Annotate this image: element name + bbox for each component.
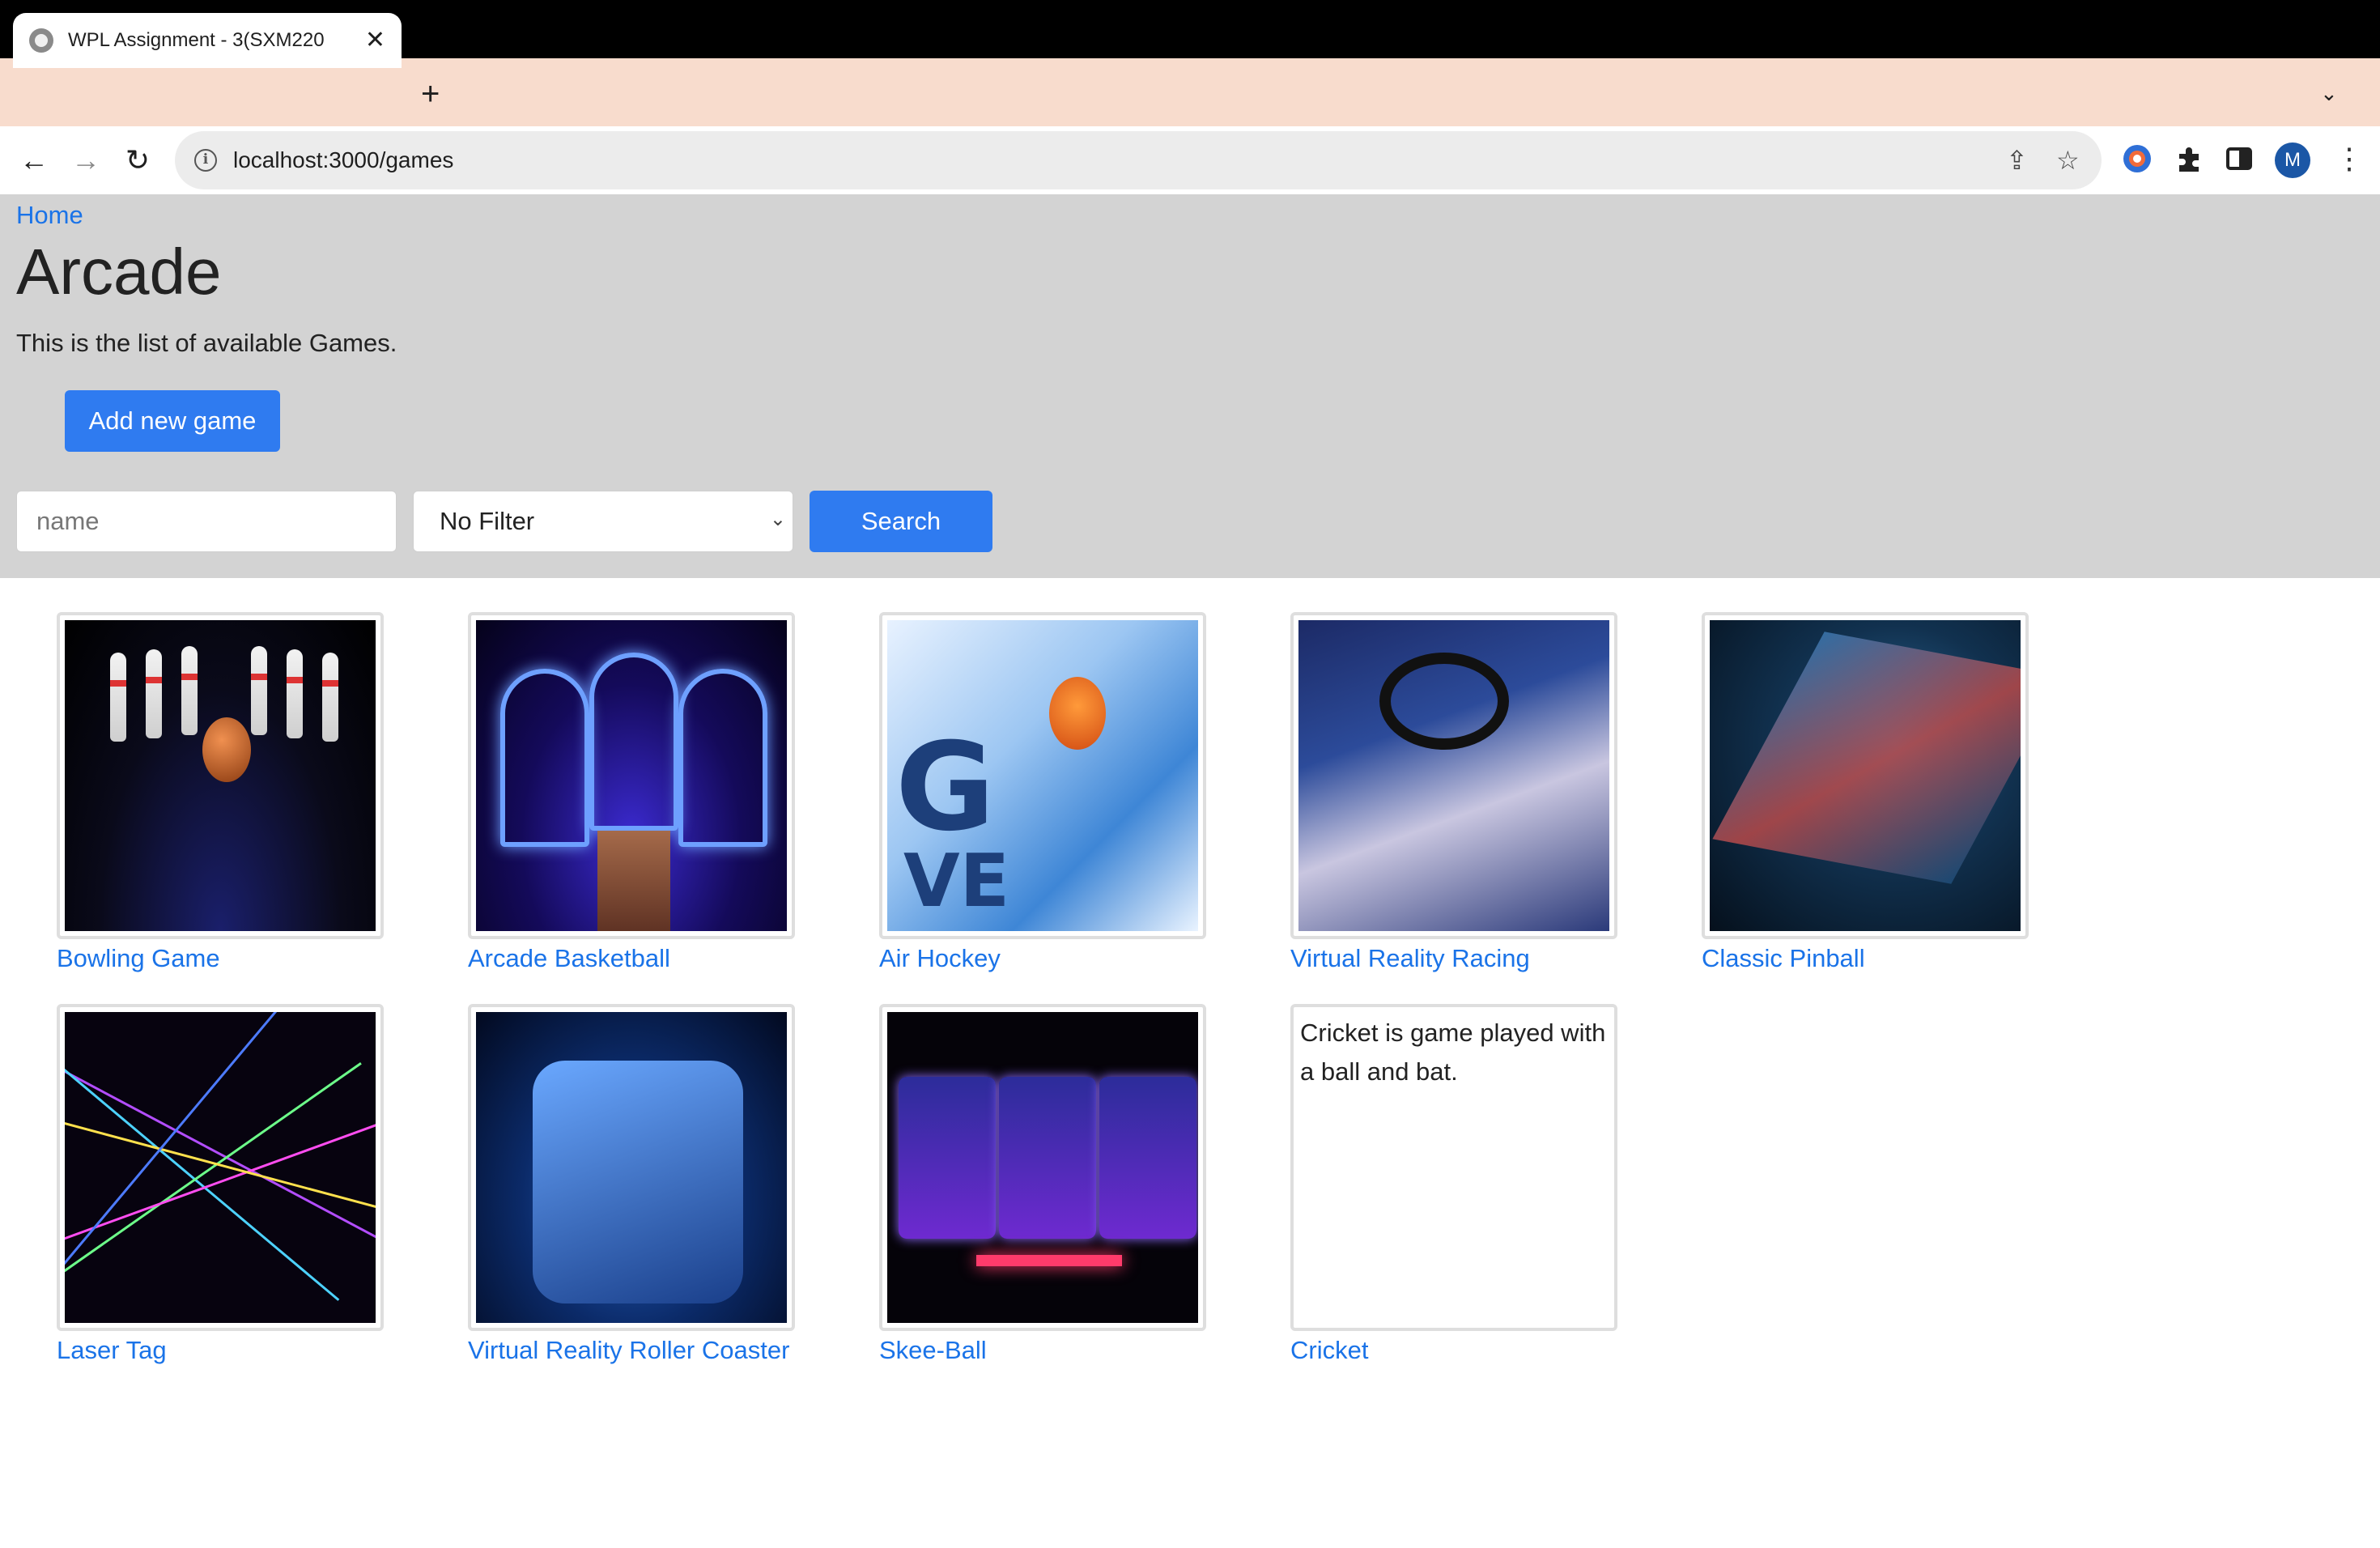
back-icon[interactable]: ←: [16, 142, 52, 178]
tab-strip: [0, 58, 2380, 126]
more-menu-icon[interactable]: ⋮: [2335, 142, 2364, 175]
lane-shape: [597, 831, 670, 931]
game-link[interactable]: Virtual Reality Roller Coaster: [468, 1336, 808, 1365]
bowling-image: [65, 620, 376, 931]
game-link[interactable]: Laser Tag: [57, 1336, 397, 1365]
profile-avatar[interactable]: M: [2275, 142, 2310, 178]
hoop-arch-shape: [500, 669, 589, 847]
game-card: G VE Air Hockey: [879, 612, 1219, 973]
reload-icon[interactable]: ↻: [120, 142, 155, 178]
skee-machine-shape: [999, 1077, 1096, 1239]
game-image-frame[interactable]: [468, 612, 795, 939]
search-button[interactable]: Search: [810, 491, 992, 552]
filter-selected-value: No Filter: [440, 507, 535, 535]
bowling-pin-shape: [287, 649, 303, 738]
side-panel-icon[interactable]: [2223, 142, 2255, 175]
chevron-down-icon: ⌄: [769, 508, 786, 530]
arcade-basketball-image: [476, 620, 787, 931]
pinball-image: [1710, 620, 2021, 931]
game-image-frame[interactable]: [1290, 612, 1617, 939]
broken-image-alt-text: Cricket is game played with a ball and b…: [1300, 1019, 1606, 1086]
game-card: Classic Pinball: [1702, 612, 2042, 973]
graphic-shape: VE: [903, 839, 1010, 924]
home-link[interactable]: Home: [16, 201, 83, 230]
address-url: localhost:3000/games: [233, 147, 454, 172]
game-link[interactable]: Arcade Basketball: [468, 944, 808, 973]
globe-icon: [29, 28, 53, 53]
hoop-arch-shape: [589, 653, 678, 831]
air-hockey-image: G VE: [887, 620, 1198, 931]
game-card: Arcade Basketball: [468, 612, 808, 973]
game-image-frame[interactable]: [468, 1004, 795, 1331]
bookmark-star-icon[interactable]: ☆: [2056, 146, 2080, 175]
game-link[interactable]: Bowling Game: [57, 944, 397, 973]
game-image-frame[interactable]: Cricket is game played with a ball and b…: [1290, 1004, 1617, 1331]
hoop-arch-shape: [678, 669, 767, 847]
pinball-table-shape: [1712, 632, 2021, 884]
game-link[interactable]: Cricket: [1290, 1336, 1630, 1365]
page-title: Arcade: [16, 236, 222, 308]
browser-tab[interactable]: WPL Assignment - 3(SXM220 ✕: [13, 13, 402, 68]
extension-shield-icon[interactable]: [2121, 142, 2153, 175]
vr-seat-shape: [533, 1061, 743, 1303]
filter-select[interactable]: No Filter ⌄: [413, 491, 793, 552]
site-info-icon[interactable]: i: [194, 149, 217, 172]
bowling-pin-shape: [146, 649, 162, 738]
game-image-frame[interactable]: [1702, 612, 2029, 939]
game-card: Cricket is game played with a ball and b…: [1290, 1004, 1630, 1365]
laser-tag-image: [65, 1012, 376, 1323]
new-tab-icon[interactable]: +: [421, 78, 440, 110]
steering-wheel-shape: [1379, 653, 1509, 750]
name-search-input[interactable]: [16, 491, 397, 552]
tab-title: WPL Assignment - 3(SXM220: [68, 29, 325, 51]
vr-racing-image: [1298, 620, 1609, 931]
game-card: Laser Tag: [57, 1004, 397, 1365]
game-link[interactable]: Skee-Ball: [879, 1336, 1219, 1365]
skee-ball-image: [887, 1012, 1198, 1323]
game-card: Bowling Game: [57, 612, 397, 973]
laser-beam-shape: [65, 1028, 340, 1301]
game-link[interactable]: Classic Pinball: [1702, 944, 2042, 973]
game-image-frame[interactable]: [879, 1004, 1206, 1331]
game-image-frame[interactable]: G VE: [879, 612, 1206, 939]
bowling-ball-shape: [202, 717, 251, 782]
close-tab-icon[interactable]: ✕: [365, 28, 385, 53]
add-new-game-button[interactable]: Add new game: [65, 390, 280, 452]
game-link[interactable]: Virtual Reality Racing: [1290, 944, 1630, 973]
bowling-pin-shape: [181, 646, 198, 735]
neon-lane-shape: [976, 1255, 1122, 1266]
game-card: Virtual Reality Roller Coaster: [468, 1004, 808, 1365]
graphic-shape: G: [895, 717, 996, 858]
bowling-pin-shape: [110, 653, 126, 742]
laser-beam-shape: [65, 1012, 288, 1322]
bowling-pin-shape: [322, 653, 338, 742]
game-card: Virtual Reality Racing: [1290, 612, 1630, 973]
share-icon[interactable]: ⇪: [2006, 146, 2028, 175]
page-description: This is the list of available Games.: [16, 329, 397, 357]
game-card: Skee-Ball: [879, 1004, 1219, 1365]
bowling-pin-shape: [251, 646, 267, 735]
puzzle-extensions-icon[interactable]: [2173, 142, 2205, 175]
vr-roller-coaster-image: [476, 1012, 787, 1323]
tab-search-chevron-icon[interactable]: ⌄: [2320, 81, 2338, 106]
game-image-frame[interactable]: [57, 612, 384, 939]
game-image-frame[interactable]: [57, 1004, 384, 1331]
skee-machine-shape: [899, 1077, 996, 1239]
skee-machine-shape: [1099, 1077, 1196, 1239]
puck-shape: [1049, 677, 1106, 750]
forward-icon[interactable]: →: [68, 142, 104, 178]
game-link[interactable]: Air Hockey: [879, 944, 1219, 973]
address-bar[interactable]: i localhost:3000/games: [175, 131, 2102, 189]
